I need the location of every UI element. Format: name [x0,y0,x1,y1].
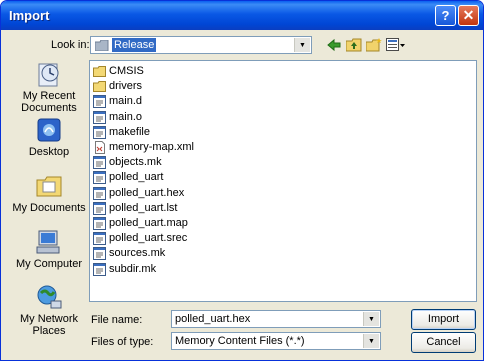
file-icon [93,262,106,276]
file-icon [93,125,106,139]
file-name: sources.mk [109,247,166,260]
chevron-down-icon[interactable]: ▼ [363,312,379,326]
xml-file-icon [95,141,105,154]
recent-documents-icon [38,63,59,87]
folder-icon [93,81,106,93]
help-button[interactable]: ? [435,5,456,26]
import-button[interactable]: Import [411,309,476,330]
up-folder-icon[interactable] [346,38,362,52]
file-icon [93,201,106,215]
file-name: polled_uart.map [109,217,188,229]
close-button[interactable]: ✕ [458,5,479,26]
folder-icon [93,66,106,77]
place-my-computer[interactable]: My Computer [12,228,86,270]
file-name: polled_uart [109,171,164,184]
place-label: My Documents [12,202,86,214]
file-name: main.o [109,110,143,123]
import-dialog: Import ? ✕ Look in: Release ▼ My Recent … [0,0,484,361]
chevron-down-icon[interactable]: ▼ [363,334,379,348]
folder-icon [95,40,109,51]
file-name: drivers [109,80,143,93]
look-in-value: Release [112,38,157,52]
look-in-combo[interactable]: Release ▼ [90,36,312,54]
file-icon [93,95,106,109]
chevron-down-icon[interactable]: ▼ [294,38,310,52]
place-label: My Recent Documents [21,90,77,114]
file-name: main.d [109,95,143,108]
network-places-icon [37,285,62,309]
place-desktop[interactable]: Desktop [12,116,86,158]
file-name: memory-map.xml [109,141,194,153]
file-icon [93,110,106,124]
files-of-type-select[interactable]: Memory Content Files (*.*) ▼ [171,332,381,350]
places-bar: My Recent Documents Desktop My Documents [12,60,86,353]
file-name: makefile [109,125,150,138]
file-name: polled_uart.lst [109,201,178,214]
files-of-type-label: Files of type: [91,336,154,348]
file-icon [93,156,106,170]
place-label: My Computer [15,258,83,270]
place-label: My Network Places [19,313,79,337]
file-name: polled_uart.srec [109,232,188,245]
views-menu-icon[interactable] [386,38,406,52]
look-in-label: Look in: [51,39,90,51]
file-name: polled_uart.hex [109,186,185,199]
file-icon [93,232,106,246]
files-of-type-value: Memory Content Files (*.*) [175,335,305,347]
place-my-recent-documents[interactable]: My Recent Documents [12,60,86,114]
desktop-icon [37,118,61,142]
file-icon [93,171,106,185]
my-computer-icon [36,230,60,254]
file-name: CMSIS [109,65,144,77]
file-icon [93,247,106,261]
window-title: Import [9,8,50,23]
place-label: Desktop [28,146,70,158]
file-name: objects.mk [109,156,162,169]
file-icon [93,186,106,200]
place-my-network-places[interactable]: My Network Places [12,283,86,337]
place-my-documents[interactable]: My Documents [12,172,86,214]
file-name-label: File name: [91,314,143,326]
file-name-field[interactable]: polled_uart.hex ▼ [171,310,381,328]
file-name: subdir.mk [109,262,157,275]
file-name-value: polled_uart.hex [175,313,251,325]
title-bar[interactable]: Import ? ✕ [1,1,483,30]
back-arrow-icon[interactable] [327,38,341,52]
new-folder-icon[interactable] [366,38,382,52]
file-list[interactable]: CMSIS drivers main.d main.o makefile memory-m… [89,60,477,302]
cancel-button[interactable]: Cancel [411,332,476,353]
file-icon [93,217,106,230]
my-documents-icon [36,176,62,197]
